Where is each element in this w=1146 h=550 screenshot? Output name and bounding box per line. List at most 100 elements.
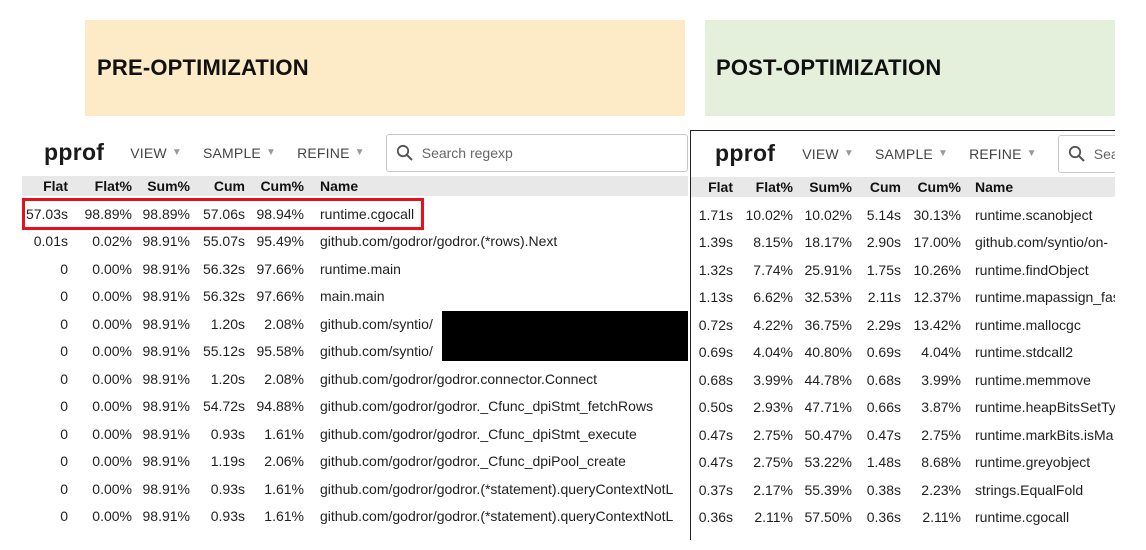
column-header-cum-pct[interactable]: Cum% <box>260 176 304 196</box>
cell-cum-pct: 10.26% <box>913 261 961 278</box>
table-row[interactable]: 0 0.00% 98.91% 1.20s 2.08% github.com/godror/… <box>22 365 688 393</box>
cell-cum-pct: 3.99% <box>921 371 961 388</box>
cell-name: runtime.markBits.isMa <box>975 426 1114 443</box>
cell-sum-pct: 98.91% <box>142 425 190 442</box>
column-header-cum[interactable]: Cum <box>870 177 901 197</box>
table-row[interactable]: 1.71s 10.02% 10.02% 5.14s 30.13% runtime.scan… <box>691 201 1115 229</box>
cell-flat-pct: 0.00% <box>92 315 132 332</box>
table-row[interactable]: 0 0.00% 98.91% 0.93s 1.61% github.com/godror/… <box>22 420 688 448</box>
cell-flat-pct: 8.15% <box>753 234 793 251</box>
search-input[interactable]: Sea <box>1057 134 1115 173</box>
cell-flat-pct: 10.02% <box>745 206 793 223</box>
cell-sum-pct: 98.91% <box>142 453 190 470</box>
cell-sum-pct: 47.71% <box>804 399 852 416</box>
cell-name: runtime.findObject <box>975 261 1089 278</box>
view-menu[interactable]: VIEW ▼ <box>130 145 182 161</box>
cell-flat-pct: 2.75% <box>753 426 793 443</box>
cell-sum-pct: 55.39% <box>804 481 852 498</box>
table-row[interactable]: 0 0.00% 98.91% 0.93s 1.61% github.com/godror/… <box>22 503 688 531</box>
cell-sum-pct: 10.02% <box>804 206 852 223</box>
cell-cum: 1.75s <box>866 261 901 278</box>
table-row[interactable]: 0.50s 2.93% 47.71% 0.66s 3.87% runtime.heapBi… <box>691 394 1115 422</box>
cell-cum-pct: 2.08% <box>264 370 304 387</box>
table-row[interactable]: 1.39s 8.15% 18.17% 2.90s 17.00% github.com/sy… <box>691 229 1115 257</box>
table-row[interactable]: 0.37s 2.17% 55.39% 0.38s 2.23% strings.EqualF… <box>691 476 1115 504</box>
refine-menu[interactable]: REFINE ▼ <box>297 145 365 161</box>
caret-down-icon: ▼ <box>843 148 854 159</box>
table-row[interactable]: 0.36s 2.11% 57.50% 0.36s 2.11% runtime.cgocal… <box>691 504 1115 532</box>
cell-flat-pct: 7.74% <box>753 261 793 278</box>
cell-flat: 0 <box>60 453 68 470</box>
cell-flat: 0.36s <box>698 509 733 526</box>
column-header-name[interactable]: Name <box>320 176 358 196</box>
table-row[interactable]: 0 0.00% 98.91% 0.93s 1.61% github.com/godror/… <box>22 475 688 503</box>
search-input[interactable]: Search regexp <box>385 133 688 172</box>
cell-cum: 55.07s <box>202 233 245 250</box>
cell-cum: 0.93s <box>210 508 245 525</box>
cell-name: github.com/godror/godror._Cfunc_dpiStmt_… <box>320 425 637 442</box>
cell-cum: 0.93s <box>210 480 245 497</box>
cell-flat: 0.47s <box>698 454 733 471</box>
table-row[interactable]: 1.13s 6.62% 32.53% 2.11s 12.37% runtime.mapas… <box>691 284 1115 312</box>
cell-flat: 0.68s <box>698 371 733 388</box>
table-row[interactable]: 1.32s 7.74% 25.91% 1.75s 10.26% runtime.findO… <box>691 256 1115 284</box>
cell-name: runtime.stdcall2 <box>975 344 1074 361</box>
sample-menu[interactable]: SAMPLE ▼ <box>203 145 276 161</box>
cell-cum-pct: 2.11% <box>922 509 961 526</box>
table-row[interactable]: 0 0.00% 98.91% 56.32s 97.66% runtime.main <box>22 255 688 283</box>
pprof-logo: pprof <box>715 140 776 166</box>
table-row[interactable]: 0.68s 3.99% 44.78% 0.68s 3.99% runtime.memmov… <box>691 366 1115 394</box>
cell-flat-pct: 6.62% <box>753 289 793 306</box>
cell-sum-pct: 98.91% <box>142 260 190 277</box>
column-header-flat-pct[interactable]: Flat% <box>756 177 793 197</box>
cell-name: runtime.mallocgc <box>975 316 1081 333</box>
column-header-name[interactable]: Name <box>975 177 1013 197</box>
table-row[interactable]: 0 0.00% 98.91% 56.32s 97.66% main.main <box>22 283 688 311</box>
table-row[interactable]: 0.47s 2.75% 53.22% 1.48s 8.68% runtime.greyob… <box>691 449 1115 477</box>
cell-cum: 1.20s <box>210 315 245 332</box>
cell-sum-pct: 53.22% <box>804 454 852 471</box>
cell-cum-pct: 1.61% <box>264 480 304 497</box>
cell-sum-pct: 32.53% <box>804 289 852 306</box>
sample-menu[interactable]: SAMPLE ▼ <box>875 146 948 162</box>
cell-flat-pct: 2.11% <box>754 509 793 526</box>
cell-cum-pct: 97.66% <box>256 260 304 277</box>
table-row[interactable]: 0.47s 2.75% 50.47% 0.47s 2.75% runtime.markBi… <box>691 421 1115 449</box>
cell-name: github.com/godror/godror._Cfunc_dpiPool_… <box>320 453 626 470</box>
cell-sum-pct: 44.78% <box>804 371 852 388</box>
column-header-sum-pct[interactable]: Sum% <box>147 176 190 196</box>
cell-sum-pct: 57.50% <box>804 509 852 526</box>
cell-cum-pct: 2.23% <box>921 481 961 498</box>
table-row[interactable]: 0 0.00% 98.91% 1.19s 2.06% github.com/godror/… <box>22 448 688 476</box>
column-header-flat-pct[interactable]: Flat% <box>95 176 132 196</box>
cell-flat-pct: 0.00% <box>92 425 132 442</box>
cell-cum: 2.11s <box>867 289 901 306</box>
cell-flat-pct: 0.00% <box>92 288 132 305</box>
column-header-sum-pct[interactable]: Sum% <box>809 177 852 197</box>
column-header-cum-pct[interactable]: Cum% <box>917 177 961 197</box>
pre-optimization-banner: PRE-OPTIMIZATION <box>85 20 685 116</box>
cell-cum: 0.36s <box>866 509 901 526</box>
cell-cum-pct: 2.06% <box>264 453 304 470</box>
table-row[interactable]: 0.72s 4.22% 36.75% 2.29s 13.42% runtime.mallo… <box>691 311 1115 339</box>
pre-optimization-title: PRE-OPTIMIZATION <box>97 55 309 80</box>
refine-menu[interactable]: REFINE ▼ <box>969 146 1037 162</box>
cell-flat-pct: 0.00% <box>92 343 132 360</box>
table-row[interactable]: 0.01s 0.02% 98.91% 55.07s 95.49% github.com/g… <box>22 228 688 256</box>
table-row[interactable]: 0.69s 4.04% 40.80% 0.69s 4.04% runtime.stdcal… <box>691 339 1115 367</box>
column-header-cum[interactable]: Cum <box>214 176 245 196</box>
table-row[interactable]: 0 0.00% 98.91% 54.72s 94.88% github.com/godro… <box>22 393 688 421</box>
cell-name: github.com/syntio/on- <box>975 234 1109 251</box>
cell-flat: 0.72s <box>698 316 733 333</box>
column-header-flat[interactable]: Flat <box>708 177 733 197</box>
cell-name: runtime.scanobject <box>975 206 1093 223</box>
cell-cum-pct: 1.61% <box>264 425 304 442</box>
cell-cum-pct: 2.08% <box>264 315 304 332</box>
cell-name: runtime.cgocall <box>975 509 1070 526</box>
cell-flat-pct: 2.17% <box>753 481 793 498</box>
search-placeholder: Sea <box>1093 145 1115 162</box>
view-menu[interactable]: VIEW ▼ <box>802 146 854 162</box>
cell-flat-pct: 2.75% <box>753 454 793 471</box>
cell-name: runtime.greyobject <box>975 454 1091 471</box>
column-header-flat[interactable]: Flat <box>43 176 68 196</box>
